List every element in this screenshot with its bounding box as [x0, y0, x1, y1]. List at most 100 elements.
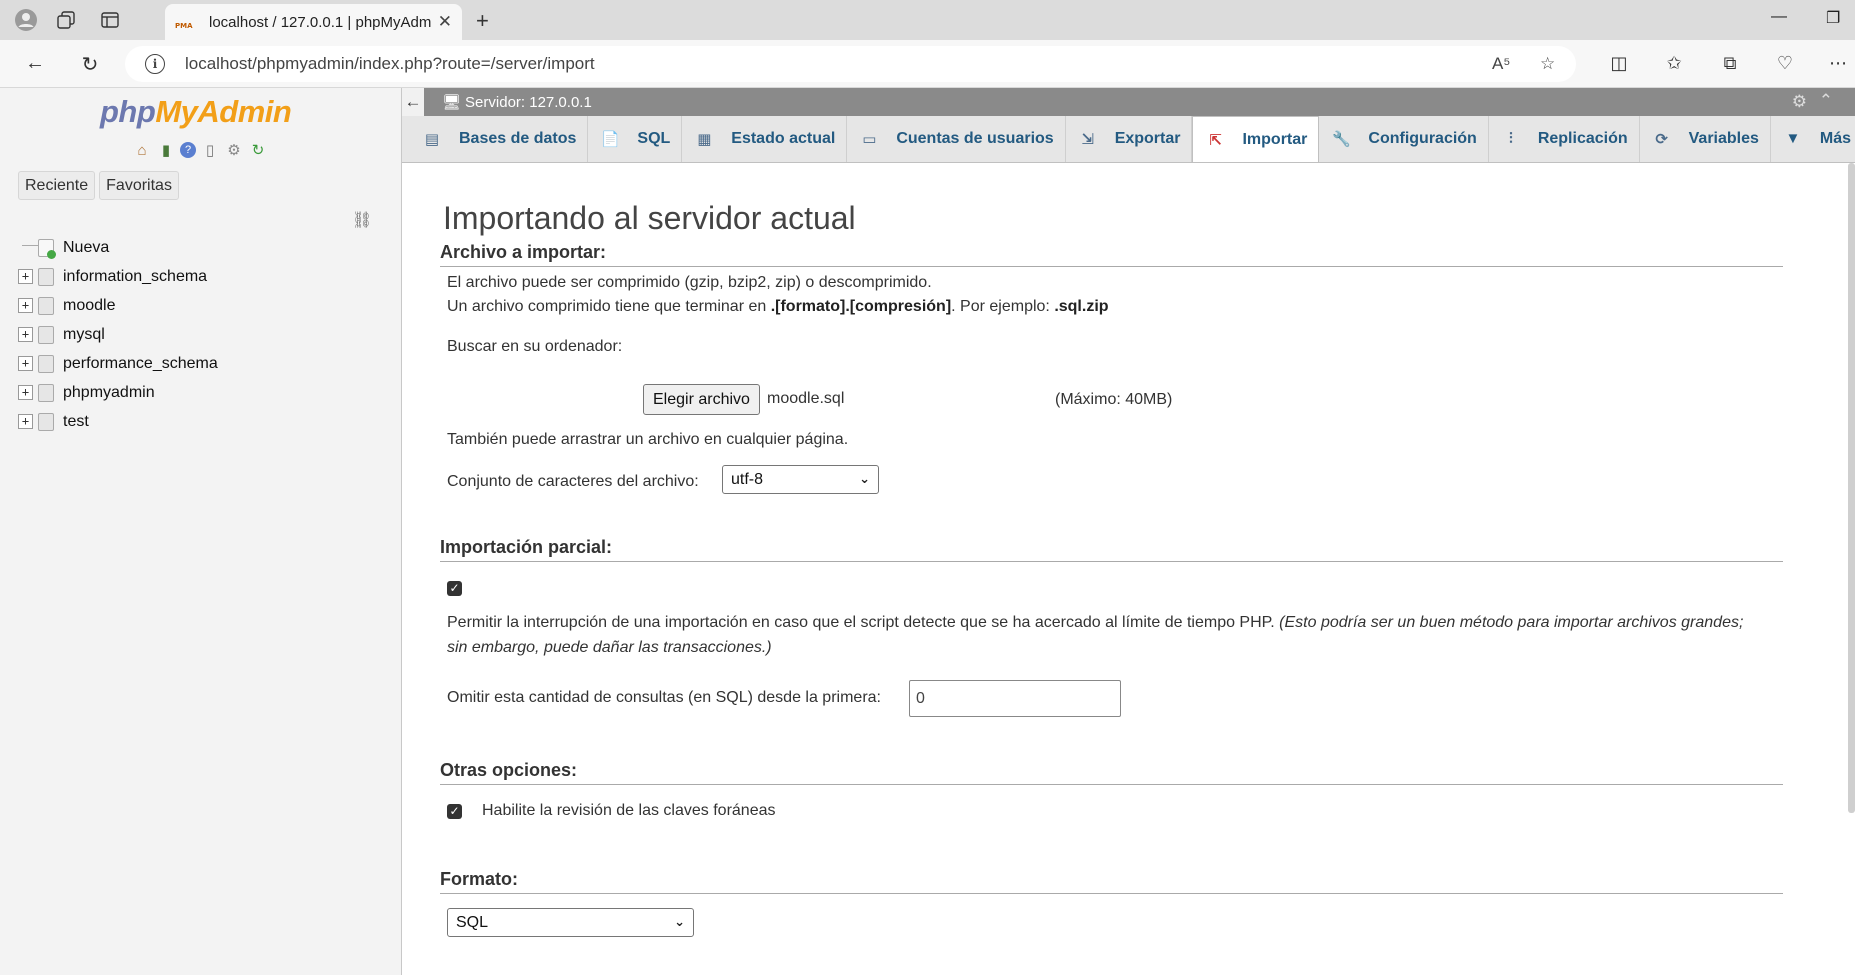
restore-icon[interactable]: ❐	[1826, 8, 1840, 28]
collections-icon[interactable]: ⧉	[1718, 53, 1742, 74]
phpmyadmin-logo[interactable]: phpMyAdmin	[100, 94, 292, 130]
settings-gear-icon[interactable]: ⚙	[224, 140, 244, 160]
home-icon[interactable]: ⌂	[132, 140, 152, 160]
more-menu-icon[interactable]: ⋯	[1826, 53, 1850, 74]
import-icon: ⇱	[1209, 131, 1222, 149]
chevron-down-icon: ⌄	[674, 914, 685, 929]
file-section-heading: Archivo a importar:	[440, 242, 1783, 267]
tree-item-label[interactable]: Nueva	[63, 239, 109, 257]
tree-item-information-schema[interactable]: + information_schema	[18, 262, 218, 291]
tree-item-label[interactable]: performance_schema	[63, 355, 218, 373]
tree-item-test[interactable]: + test	[18, 407, 218, 436]
tree-item-label[interactable]: mysql	[63, 326, 105, 344]
address-toolbar: ← ↻ i localhost/phpmyadmin/index.php?rou…	[0, 40, 1855, 88]
database-icon	[38, 267, 54, 286]
tab-user-accounts[interactable]: ▭ Cuentas de usuarios	[847, 116, 1066, 162]
database-icon: ▤	[424, 130, 440, 148]
tree-item-label[interactable]: test	[63, 413, 89, 431]
recent-favorites-tabs: Reciente Favoritas	[18, 171, 179, 200]
tree-item-moodle[interactable]: + moodle	[18, 291, 218, 320]
tab-more[interactable]: ▼ Más	[1771, 116, 1855, 162]
tree-item-label[interactable]: moodle	[63, 297, 115, 315]
chevron-down-icon: ⌄	[859, 471, 870, 486]
page-scrollbar[interactable]	[1848, 163, 1855, 813]
page-settings-icon[interactable]: ⚙	[1792, 92, 1807, 112]
url-text[interactable]: localhost/phpmyadmin/index.php?route=/se…	[185, 54, 595, 74]
allow-interrupt-checkbox[interactable]: ✓	[447, 581, 462, 596]
favorites-icon[interactable]: ✩	[1662, 53, 1686, 74]
chosen-file-name: moodle.sql	[767, 390, 845, 407]
tree-item-new[interactable]: Nueva	[18, 233, 218, 262]
server-label[interactable]: Servidor: 127.0.0.1	[465, 94, 592, 111]
server-breadcrumb-bar: ← 🖥 Servidor: 127.0.0.1 ⚙ ⌃	[402, 88, 1855, 116]
browser-tab-active[interactable]: PMA localhost / 127.0.0.1 | phpMyAdmin ✕	[165, 4, 462, 40]
pma-favicon: PMA	[175, 22, 193, 30]
read-aloud-icon[interactable]: A⁵	[1492, 54, 1510, 74]
refresh-icon[interactable]: ↻	[248, 140, 268, 160]
new-tab-icon[interactable]: +	[476, 8, 489, 34]
database-icon	[38, 383, 54, 402]
expand-icon[interactable]: +	[18, 414, 33, 429]
foreign-key-checks-label[interactable]: Habilite la revisión de las claves forán…	[482, 802, 775, 820]
expand-icon[interactable]: +	[18, 298, 33, 313]
expand-icon[interactable]: +	[18, 327, 33, 342]
tab-databases[interactable]: ▤ Bases de datos	[410, 116, 589, 162]
tree-item-phpmyadmin[interactable]: + phpmyadmin	[18, 378, 218, 407]
close-tab-icon[interactable]: ✕	[438, 12, 452, 32]
favorite-star-icon[interactable]: ☆	[1540, 54, 1555, 74]
sql-icon: 📄	[601, 130, 620, 148]
help-icon[interactable]: ?	[180, 142, 196, 158]
server-icon: 🖥	[442, 94, 462, 111]
format-select[interactable]: SQL ⌄	[447, 908, 694, 937]
browser-essentials-icon[interactable]: ♡	[1773, 53, 1797, 74]
max-upload-size: (Máximo: 40MB)	[1055, 391, 1173, 408]
tab-status[interactable]: ▦ Estado actual	[682, 116, 848, 162]
skip-queries-input[interactable]: 0	[909, 680, 1121, 717]
tab-settings[interactable]: 🔧 Configuración	[1319, 116, 1489, 162]
expand-icon[interactable]: +	[18, 385, 33, 400]
split-screen-icon[interactable]: ◫	[1607, 53, 1631, 74]
tree-item-mysql[interactable]: + mysql	[18, 320, 218, 349]
tab-variables[interactable]: ⟳ Variables	[1640, 116, 1771, 162]
workspaces-icon[interactable]	[54, 8, 78, 32]
wrench-icon: 🔧	[1332, 130, 1351, 148]
profile-icon[interactable]	[14, 8, 38, 32]
tab-replication[interactable]: ⫶ Replicación	[1489, 116, 1640, 162]
database-icon	[38, 354, 54, 373]
tree-item-label[interactable]: information_schema	[63, 268, 207, 286]
site-info-icon[interactable]: i	[145, 54, 165, 74]
reload-icon[interactable]: ↻	[77, 52, 103, 77]
recent-tab[interactable]: Reciente	[18, 171, 96, 200]
new-database-icon	[38, 238, 56, 259]
export-icon: ⇲	[1081, 130, 1094, 148]
expand-icon[interactable]: +	[18, 269, 33, 284]
tree-item-performance-schema[interactable]: + performance_schema	[18, 349, 218, 378]
minimize-icon[interactable]: —	[1771, 8, 1787, 26]
browse-label: Buscar en su ordenador:	[447, 338, 623, 355]
vertical-tabs-icon[interactable]	[98, 8, 122, 32]
link-with-main-panel-icon[interactable]: ⛓	[352, 210, 372, 230]
main-menu: ▤ Bases de datos 📄 SQL ▦ Estado actual ▭ Cue…	[402, 116, 1855, 163]
tab-import[interactable]: ⇱ Importar	[1192, 116, 1320, 162]
charset-select[interactable]: utf-8 ⌄	[722, 465, 879, 494]
collapse-topmenu-icon[interactable]: ⌃	[1819, 91, 1833, 111]
choose-file-button[interactable]: Elegir archivo	[643, 384, 760, 415]
tree-item-label[interactable]: phpmyadmin	[63, 384, 155, 402]
foreign-key-checks-checkbox[interactable]: ✓	[447, 804, 462, 819]
import-page: Importando al servidor actual Archivo a …	[403, 164, 1845, 975]
browser-tab-bar: PMA localhost / 127.0.0.1 | phpMyAdmin ✕…	[0, 0, 1855, 40]
database-icon	[38, 412, 54, 431]
tab-sql[interactable]: 📄 SQL	[588, 116, 683, 162]
quick-links: ⌂ ▮ ? ▯ ⚙ ↻	[132, 140, 268, 160]
logout-icon[interactable]: ▮	[156, 140, 176, 160]
format-heading: Formato:	[440, 869, 1783, 894]
docs-icon[interactable]: ▯	[200, 140, 220, 160]
collapse-navigation-icon[interactable]: ←	[402, 88, 424, 116]
tab-export[interactable]: ⇲ Exportar	[1066, 116, 1193, 162]
back-icon[interactable]: ←	[22, 52, 48, 75]
expand-icon[interactable]: +	[18, 356, 33, 371]
address-bar[interactable]: i localhost/phpmyadmin/index.php?route=/…	[125, 46, 1576, 82]
compression-format-info: Un archivo comprimido tiene que terminar…	[447, 298, 1109, 315]
favorites-tab[interactable]: Favoritas	[99, 171, 179, 200]
variables-icon: ⟳	[1655, 130, 1668, 148]
